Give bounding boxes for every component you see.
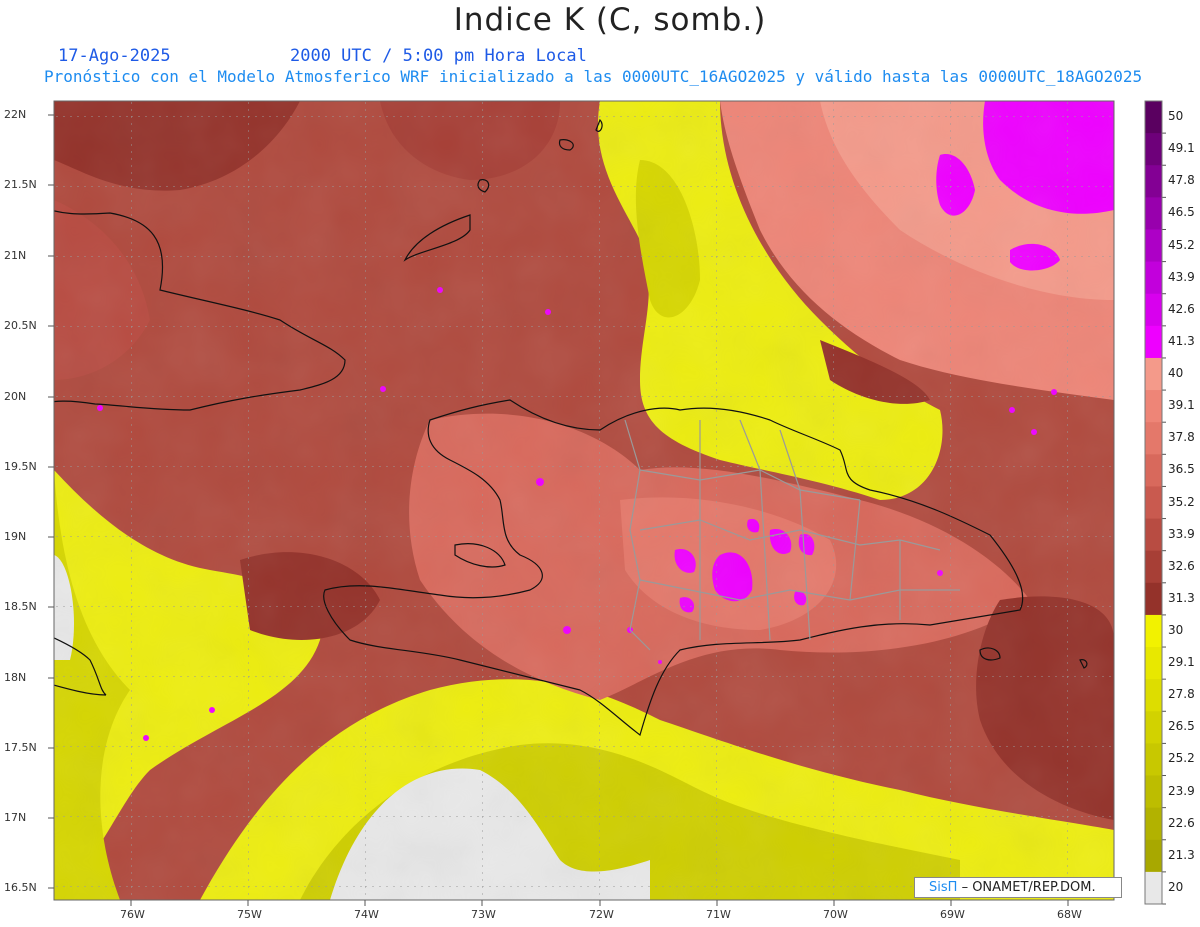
- colorbar-label: 30: [1168, 622, 1184, 637]
- colorbar-swatch: [1145, 357, 1162, 391]
- lat-label: 21.5N: [4, 178, 37, 191]
- colorbar-swatch: [1145, 679, 1162, 712]
- map-field: [54, 101, 1114, 900]
- lon-label: 71W: [706, 908, 731, 921]
- colorbar-label: 29.1: [1168, 655, 1195, 670]
- credit-text: – ONAMET/REP.DOM.: [961, 880, 1096, 895]
- colorbar-swatch: [1145, 518, 1162, 552]
- colorbar-label: 43.9: [1168, 269, 1195, 284]
- lon-label: 69W: [940, 908, 965, 921]
- colorbar-swatch: [1145, 839, 1162, 873]
- lat-label: 22N: [4, 108, 27, 121]
- lat-label: 21N: [4, 249, 27, 262]
- lon-label: 74W: [354, 908, 379, 921]
- colorbar-label: 40: [1168, 366, 1184, 381]
- colorbar-label: 42.6: [1168, 301, 1195, 316]
- colorbar-swatch: [1145, 775, 1162, 809]
- colorbar-label: 37.8: [1168, 430, 1195, 445]
- colorbar-label: 50: [1168, 109, 1184, 124]
- colorbar-swatch: [1145, 101, 1162, 134]
- colorbar-swatch: [1145, 614, 1162, 648]
- colorbar-swatch: [1145, 743, 1162, 777]
- lat-label: 19.5N: [4, 460, 37, 473]
- lat-label: 16.5N: [4, 881, 37, 894]
- lat-label: 17.5N: [4, 741, 37, 754]
- colorbar-label: 21.3: [1168, 847, 1195, 862]
- credit-brand: SisΠ: [929, 880, 958, 895]
- colorbar-label: 23.9: [1168, 783, 1195, 798]
- colorbar-label: 41.3: [1168, 333, 1195, 348]
- colorbar-label: 33.9: [1168, 526, 1195, 541]
- colorbar-label: 46.5: [1168, 205, 1195, 220]
- lat-label: 20N: [4, 390, 27, 403]
- colorbar-swatch: [1145, 454, 1162, 487]
- colorbar-swatch: [1145, 293, 1162, 327]
- lon-label: 75W: [237, 908, 262, 921]
- colorbar-label: 25.2: [1168, 751, 1195, 766]
- colorbar-swatch: [1145, 390, 1162, 423]
- colorbar-label: 32.6: [1168, 558, 1195, 573]
- colorbar-label: 39.1: [1168, 398, 1195, 413]
- colorbar-swatch: [1145, 582, 1162, 616]
- colorbar-swatch: [1145, 165, 1162, 198]
- colorbar-swatch: [1145, 261, 1162, 295]
- lon-label: 76W: [120, 908, 145, 921]
- lon-label: 72W: [589, 908, 614, 921]
- colorbar-label: 49.1: [1168, 141, 1195, 156]
- colorbar-swatch: [1145, 325, 1162, 359]
- colorbar-label: 22.6: [1168, 815, 1195, 830]
- colorbar-label: 27.8: [1168, 687, 1195, 702]
- colorbar-swatch: [1145, 550, 1162, 584]
- colorbar-swatch: [1145, 647, 1162, 680]
- colorbar-label: 36.5: [1168, 462, 1195, 477]
- colorbar-swatch: [1145, 229, 1162, 263]
- colorbar-swatch: [1145, 133, 1162, 166]
- colorbar-swatch: [1145, 486, 1162, 520]
- lon-label: 70W: [823, 908, 848, 921]
- colorbar-label: 47.8: [1168, 173, 1195, 188]
- colorbar-label: 31.3: [1168, 590, 1195, 605]
- lon-label: 73W: [471, 908, 496, 921]
- lat-label: 17N: [4, 811, 27, 824]
- lon-label: 68W: [1057, 908, 1082, 921]
- lat-label: 20.5N: [4, 319, 37, 332]
- credit-box: SisΠ – ONAMET/REP.DOM.: [914, 877, 1122, 898]
- lat-label: 18N: [4, 671, 27, 684]
- colorbar: [1144, 100, 1166, 905]
- lat-label: 19N: [4, 530, 27, 543]
- colorbar-swatch: [1145, 197, 1162, 230]
- colorbar-swatch: [1145, 422, 1162, 455]
- colorbar-label: 20: [1168, 879, 1184, 894]
- colorbar-label: 35.2: [1168, 494, 1195, 509]
- colorbar-swatch: [1145, 711, 1162, 744]
- colorbar-swatch: [1145, 807, 1162, 841]
- colorbar-swatch: [1145, 871, 1162, 905]
- colorbar-label: 45.2: [1168, 237, 1195, 252]
- k-index-map: [48, 100, 1166, 906]
- lat-label: 18.5N: [4, 600, 37, 613]
- colorbar-label: 26.5: [1168, 719, 1195, 734]
